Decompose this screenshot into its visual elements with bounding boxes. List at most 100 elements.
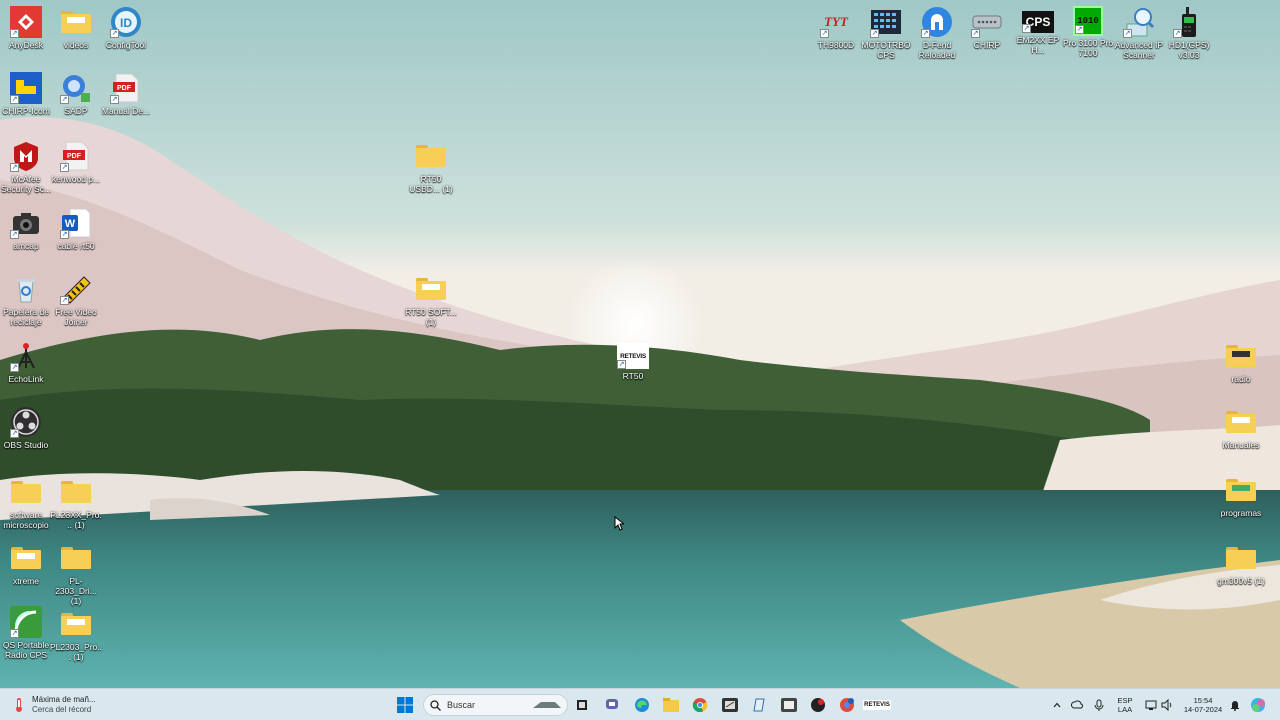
desktop-icon-label: SADP [64, 106, 88, 116]
desktop-icon-kenwood[interactable]: PDF ↗ kenwood p... [50, 140, 102, 184]
desktop-icon-pro3100[interactable]: 1010 ↗ Pro 3100 Pro 7100 [1062, 6, 1114, 58]
search-placeholder: Buscar [447, 700, 476, 710]
desktop-icon-videos[interactable]: videos [50, 6, 102, 50]
quick-settings[interactable] [1144, 689, 1174, 720]
desktop-icon-gm300[interactable]: gm300v5 (1) [1215, 542, 1267, 586]
mouse-cursor-icon [614, 516, 624, 531]
desktop-icon-programas[interactable]: programas [1215, 474, 1267, 518]
desktop-icon-echolink[interactable]: ↗ EchoLink [0, 340, 52, 384]
desktop-icon-pl2303-pro[interactable]: PL2303_Pro... (1) [50, 608, 102, 662]
desktop-icon-rt50-soft[interactable]: RT50 SOFT... (1) [405, 273, 457, 327]
desktop-icon-amcap[interactable]: ↗ amcap [0, 207, 52, 251]
microphone-icon [1094, 699, 1104, 711]
desktop-icon-radio[interactable]: radio [1215, 340, 1267, 384]
taskbar-search-box[interactable]: Buscar [423, 694, 568, 716]
desktop-icon-label: EM2XX EP H... [1016, 35, 1060, 55]
folder-icon [416, 145, 446, 167]
desktop-icon-label: cable rt50 [57, 241, 95, 251]
desktop-icon-mototrbo[interactable]: ↗ MOTOTRBO CPS [860, 6, 912, 60]
app4-icon [811, 698, 825, 712]
desktop-icon-label: CHIRP-Icom [2, 106, 50, 116]
search-highlight-icon [533, 702, 561, 708]
desktop-icon-manual[interactable]: PDF ↗ Manual De... [100, 72, 152, 116]
folder-icon [11, 481, 41, 503]
desktop-icon-label: videos [63, 40, 89, 50]
recycle-bin-icon [17, 279, 35, 303]
taskbar-app-1[interactable] [719, 689, 741, 720]
clock[interactable]: 15:54 14-07-2024 [1180, 689, 1226, 720]
svg-text:PDF: PDF [117, 85, 132, 92]
desktop-icon-label: McAfee Security Sc... [0, 174, 52, 194]
app5-icon [840, 698, 854, 712]
start-button[interactable] [395, 689, 415, 720]
desktop-icon-label: programas [1220, 508, 1262, 518]
system-tray: ESP LAA 15:54 14-07-2024 [1050, 689, 1280, 720]
desktop-icon-hd1[interactable]: ↗ HD1(GPS) v3.03 [1163, 6, 1215, 60]
notifications-button[interactable] [1228, 689, 1242, 720]
desktop-icon-configtool[interactable]: ID ↗ ConfigTool [100, 6, 152, 50]
desktop-icon-pl23xx[interactable]: PL23XX_Pro... (1) [50, 476, 102, 530]
desktop-icon-icom[interactable]: ↗ CHIRP-Icom [0, 72, 52, 116]
microphone-status[interactable] [1092, 689, 1106, 720]
thermometer-icon [16, 698, 22, 712]
folder-icon [416, 278, 446, 300]
app2-icon [753, 698, 765, 712]
taskbar-app-3[interactable] [778, 689, 800, 720]
desktop-icon-sadp[interactable]: ↗ SADP [50, 72, 102, 116]
desktop-icon-cps[interactable]: CPS ↗ EM2XX EP H... [1012, 6, 1064, 55]
show-hidden-icons[interactable] [1050, 689, 1064, 720]
desktop-icon-label: OBS Studio [3, 440, 49, 450]
svg-text:W: W [65, 218, 76, 230]
desktop-icon-mcafee[interactable]: ↗ McAfee Security Sc... [0, 140, 52, 194]
desktop-icon-label: Pro 3100 Pro 7100 [1062, 38, 1114, 58]
task-view-button[interactable] [571, 689, 593, 720]
desktop-icon-free-video-joiner[interactable]: ↗ Free Video Joiner [50, 273, 102, 327]
taskbar-app-5[interactable] [836, 689, 858, 720]
desktop-icon-cable-rt50[interactable]: W ↗ cable rt50 [50, 207, 102, 251]
desktop-icon-recycle-bin[interactable]: Papelera de reciclaje [0, 273, 52, 327]
folder-icon [1226, 345, 1256, 367]
desktop-icon-qs-portable[interactable]: ↗ QS Portable Radio CPS [0, 606, 52, 660]
desktop-icon-label: HD1(GPS) v3.03 [1168, 40, 1210, 60]
desktop-icon-software-microscopio[interactable]: software microscopio [0, 476, 52, 530]
desktop-icon-label: Manual De... [101, 106, 151, 116]
desktop-icon-label: radio [1231, 374, 1251, 384]
folder-icon [1226, 411, 1256, 433]
folder-icon [61, 547, 91, 569]
taskbar: Máxima de mañ... Cerca del récord Buscar [0, 688, 1280, 720]
folder-icon [61, 11, 91, 33]
desktop-icon-label: CHIRP [973, 40, 1001, 50]
desktop-icon-label: RT50 SOFT... (1) [405, 307, 457, 327]
chrome-button[interactable] [689, 689, 711, 720]
desktop-icon-anydesk[interactable]: ↗ AnyDesk [0, 6, 52, 50]
copilot-button[interactable] [1248, 689, 1268, 720]
desktop-icon-dfend[interactable]: ↗ D-Fend Reloaded [911, 6, 963, 60]
desktop-icon-pl2303-dri[interactable]: PL-2303_Dri... (1) [50, 542, 102, 606]
taskbar-app-4[interactable] [807, 689, 829, 720]
folder-icon [1226, 479, 1256, 501]
desktop-icon-label: PL2303_Pro... (1) [50, 642, 102, 662]
app3-icon [781, 698, 797, 712]
chat-button[interactable] [601, 689, 623, 720]
taskbar-app-2[interactable] [748, 689, 770, 720]
desktop-icon-advanced-ip-scanner[interactable]: ↗ Advanced IP Scanner [1113, 6, 1165, 60]
desktop-icon-tyt[interactable]: TYT ↗ TH9800D [810, 6, 862, 50]
clock-time: 15:54 [1193, 696, 1213, 705]
desktop-icon-label: MOTOTRBO CPS [861, 40, 911, 60]
desktop-icon-xtreme[interactable]: xtreme [0, 542, 52, 586]
chat-icon [606, 699, 618, 709]
weather-widget[interactable]: Máxima de mañ... Cerca del récord [12, 689, 122, 720]
tray-app[interactable] [1070, 689, 1084, 720]
input-language[interactable]: ESP LAA [1114, 689, 1136, 720]
file-explorer-icon [663, 698, 679, 712]
desktop-icon-label: PL23XX_Pro... (1) [50, 510, 102, 530]
desktop-icon-rt50-usbd[interactable]: RT50 USBD... (1) [405, 140, 457, 194]
desktop-icon-manuales[interactable]: Manuales [1215, 406, 1267, 450]
desktop-icon-rt50[interactable]: RETEVIS ↗ RT50 [607, 340, 659, 381]
desktop-icon-obs[interactable]: ↗ OBS Studio [0, 406, 52, 450]
taskbar-retevis[interactable]: RETEVIS [863, 689, 891, 720]
edge-button[interactable] [631, 689, 653, 720]
desktop-icon-chirp[interactable]: ↗ CHIRP [961, 6, 1013, 50]
file-explorer-button[interactable] [660, 689, 682, 720]
retevis-icon: RETEVIS [863, 700, 891, 710]
